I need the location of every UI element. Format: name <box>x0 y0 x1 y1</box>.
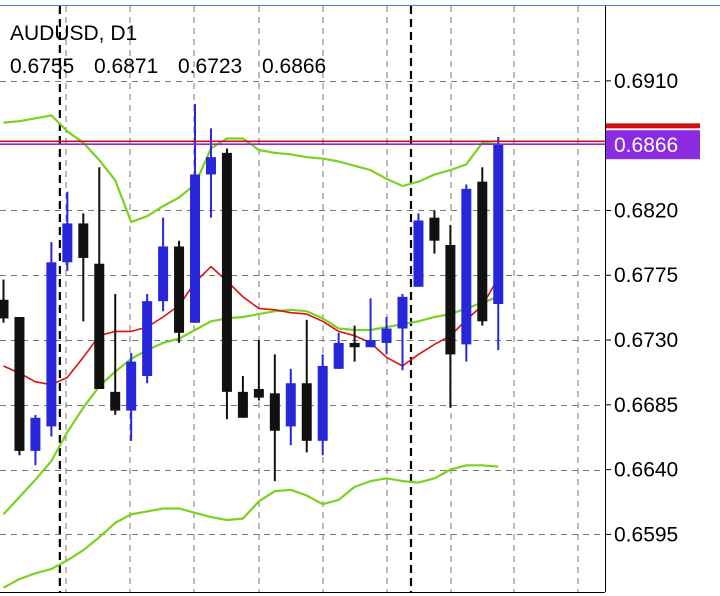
candle-body <box>14 316 25 451</box>
candle-body <box>0 299 9 319</box>
price-axis: 0.6910 0.6820 0.6775 0.6730 0.6685 0.6640 0.65… <box>0 5 720 593</box>
candle-body <box>205 157 216 175</box>
candle-body <box>461 188 472 345</box>
candle-body <box>269 393 280 431</box>
candle-body <box>349 342 360 348</box>
grid <box>0 6 605 592</box>
candle-body <box>413 220 424 287</box>
moving-average-line <box>3 265 499 386</box>
chart-symbol: AUDUSD, D1 <box>10 22 137 45</box>
candle-body <box>158 246 169 302</box>
candle-body <box>317 365 328 441</box>
candle-body <box>62 223 73 263</box>
candle-body <box>94 263 105 389</box>
axis-tick-label: 0.6685 <box>614 394 678 417</box>
candle-body <box>429 217 440 241</box>
moving-average <box>3 265 499 386</box>
axis-tick-label: 0.6910 <box>614 70 678 93</box>
axis-tick-label: 0.6820 <box>614 199 678 222</box>
ohlc-close: 0.6866 <box>262 55 326 78</box>
candle-body <box>46 262 57 427</box>
candle-body <box>174 246 185 333</box>
candle-body <box>365 340 376 348</box>
chart-canvas[interactable]: 0.6910 0.6820 0.6775 0.6730 0.6685 0.6640 0.65… <box>0 0 720 596</box>
candle-body <box>333 342 344 369</box>
candle-body <box>30 417 41 451</box>
candle-body <box>78 223 89 258</box>
candlesticks <box>0 103 504 482</box>
candle-body <box>190 174 201 323</box>
candle-body <box>110 391 121 411</box>
ohlc-low: 0.6723 <box>178 55 242 78</box>
lower-band-line <box>2 464 499 589</box>
axis-tick-label: 0.6595 <box>614 523 678 546</box>
current-price-tag: 0.6866 <box>606 123 700 160</box>
ohlc-open: 0.6755 <box>10 55 74 78</box>
price-tag-bid-edge <box>606 123 700 129</box>
candle-body <box>285 383 296 427</box>
candle-body <box>301 383 312 441</box>
candle-body <box>142 301 153 377</box>
candle-body <box>253 388 264 398</box>
candle-body <box>493 144 504 305</box>
candle-body <box>477 181 488 322</box>
period-separators <box>58 6 413 592</box>
axis-tick-label: 0.6640 <box>614 459 678 482</box>
axis-tick-label: 0.6730 <box>614 329 678 352</box>
chart[interactable]: 0.6910 0.6820 0.6775 0.6730 0.6685 0.6640 0.65… <box>0 0 720 596</box>
ohlc-high: 0.6871 <box>94 55 158 78</box>
candle-body <box>237 391 248 418</box>
candle-body <box>221 152 232 392</box>
candle-body <box>381 328 392 343</box>
current-price-label: 0.6866 <box>614 134 678 157</box>
candle-body <box>126 361 137 411</box>
axis-tick-label: 0.6775 <box>614 264 678 287</box>
upper-band-line <box>3 114 499 224</box>
candle-body <box>397 296 408 329</box>
candle-body <box>445 245 456 355</box>
